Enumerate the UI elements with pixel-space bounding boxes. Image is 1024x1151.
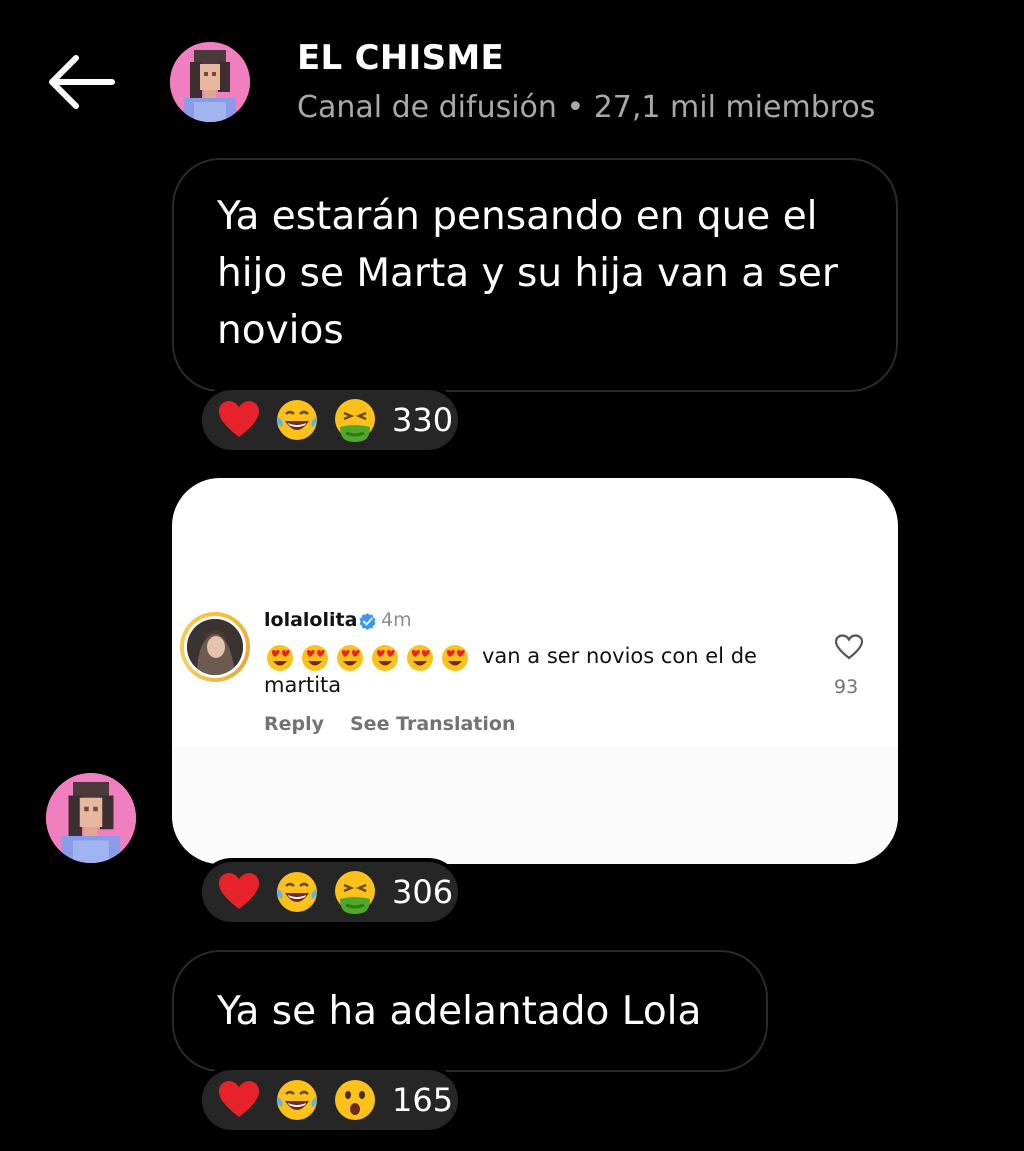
channel-subtitle: Canal de difusión • 27,1 mil miembros <box>297 90 876 125</box>
screenshot-background <box>172 746 898 864</box>
reactions-bar[interactable]: 306 <box>198 858 462 926</box>
pixelated-portrait-icon <box>170 42 250 122</box>
reaction-count: 330 <box>392 401 454 439</box>
channel-header: EL CHISME Canal de difusión • 27,1 mil m… <box>0 0 1024 150</box>
reactions-bar[interactable]: 165 <box>198 1066 462 1134</box>
sender-avatar[interactable] <box>46 773 136 863</box>
heart-eyes-icon <box>301 644 329 672</box>
arrow-left-icon <box>49 55 115 109</box>
reply-link: Reply <box>264 713 325 735</box>
back-button[interactable] <box>40 50 120 114</box>
tears-of-joy-icon <box>277 400 317 440</box>
heart-eyes-icon <box>371 644 399 672</box>
astonished-face-icon <box>335 1080 375 1120</box>
message-line: novios <box>217 308 344 353</box>
message-line: hijo se Marta y su hija van a ser <box>217 251 838 296</box>
commenter-avatar <box>180 612 250 682</box>
channel-title[interactable]: EL CHISME <box>297 38 504 78</box>
red-heart-icon <box>219 401 259 437</box>
nauseated-face-icon <box>335 871 375 914</box>
message-text: Ya estarán pensando en que el hijo se Ma… <box>217 188 877 359</box>
verified-badge-icon <box>359 612 376 631</box>
heart-eyes-icon <box>406 644 434 672</box>
pixelated-portrait-icon <box>46 773 136 863</box>
message-line: Ya estarán pensando en que el <box>217 194 818 239</box>
message-text: Ya se ha adelantado Lola <box>217 989 702 1034</box>
tears-of-joy-icon <box>277 1080 317 1120</box>
channel-avatar[interactable] <box>170 42 250 122</box>
heart-eyes-icon <box>266 644 294 672</box>
reaction-count: 306 <box>392 873 454 911</box>
heart-eyes-icon <box>336 644 364 672</box>
image-message[interactable]: lolalolita 4m van a ser novios con el de… <box>172 478 898 864</box>
reaction-count: 165 <box>392 1081 454 1119</box>
tears-of-joy-icon <box>277 872 317 912</box>
comment-time: 4m <box>381 609 412 631</box>
like-heart-icon <box>834 634 864 660</box>
heart-eyes-icon <box>441 644 469 672</box>
red-heart-icon <box>219 873 259 909</box>
heart-eyes-row <box>266 644 476 672</box>
profile-photo-icon <box>187 619 243 675</box>
see-translation-link: See Translation <box>350 713 516 735</box>
comment-text: van a ser novios con el de <box>482 644 757 668</box>
red-heart-icon <box>219 1081 259 1117</box>
reactions-bar[interactable]: 330 <box>198 386 462 454</box>
commenter-username: lolalolita <box>264 609 358 631</box>
like-count: 93 <box>834 676 859 698</box>
comment-text-line2: martita <box>264 673 342 697</box>
nauseated-face-icon <box>335 399 375 442</box>
